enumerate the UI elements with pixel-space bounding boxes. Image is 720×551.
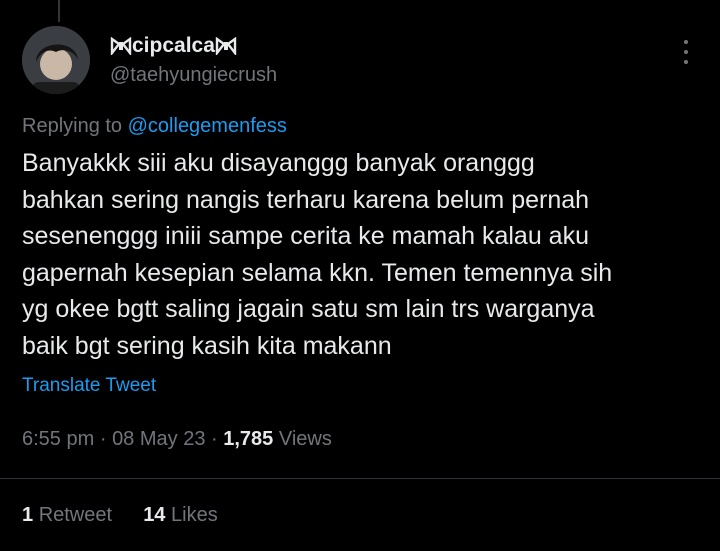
translate-tweet-link[interactable]: Translate Tweet — [22, 375, 156, 397]
avatar-image — [22, 26, 90, 94]
more-options-icon[interactable] — [682, 40, 690, 64]
views-count: 1,785 — [223, 428, 274, 450]
avatar[interactable] — [22, 26, 90, 94]
tweet-time[interactable]: 6:55 pm — [22, 428, 94, 450]
ribbon-bow-icon — [215, 37, 237, 55]
tweet-metadata: 6:55 pm · 08 May 23 · 1,785 Views — [22, 428, 332, 451]
likes-stat[interactable]: 14 Likes — [143, 504, 218, 526]
replying-to-label: Replying to — [22, 115, 123, 137]
separator: · — [211, 428, 218, 450]
ribbon-bow-icon — [110, 37, 132, 55]
tweet-text: Banyakkk siii aku disayanggg banyak oran… — [22, 149, 613, 360]
tweet-date[interactable]: 08 May 23 — [112, 428, 205, 450]
likes-count: 14 — [143, 504, 166, 526]
dot — [684, 60, 688, 64]
separator: · — [99, 428, 107, 450]
display-name[interactable]: cipcalca — [110, 34, 277, 58]
likes-label: Likes — [171, 504, 218, 526]
replying-to: Replying to @collegemenfess — [22, 115, 287, 138]
display-name-text: cipcalca — [132, 34, 215, 57]
retweets-stat[interactable]: 1 Retweet — [22, 504, 118, 526]
user-handle[interactable]: @taehyungiecrush — [110, 64, 277, 87]
dot — [684, 50, 688, 54]
thread-line — [58, 0, 60, 22]
retweets-label: Retweet — [38, 504, 113, 526]
tweet-author[interactable]: cipcalca @taehyungiecrush — [110, 34, 277, 87]
engagement-stats: 1 Retweet 14 Likes — [22, 504, 218, 527]
views-label: Views — [278, 428, 332, 450]
divider — [0, 478, 720, 479]
retweets-count: 1 — [22, 504, 34, 526]
dot — [684, 40, 688, 44]
reply-mention-link[interactable]: @collegemenfess — [128, 115, 287, 137]
